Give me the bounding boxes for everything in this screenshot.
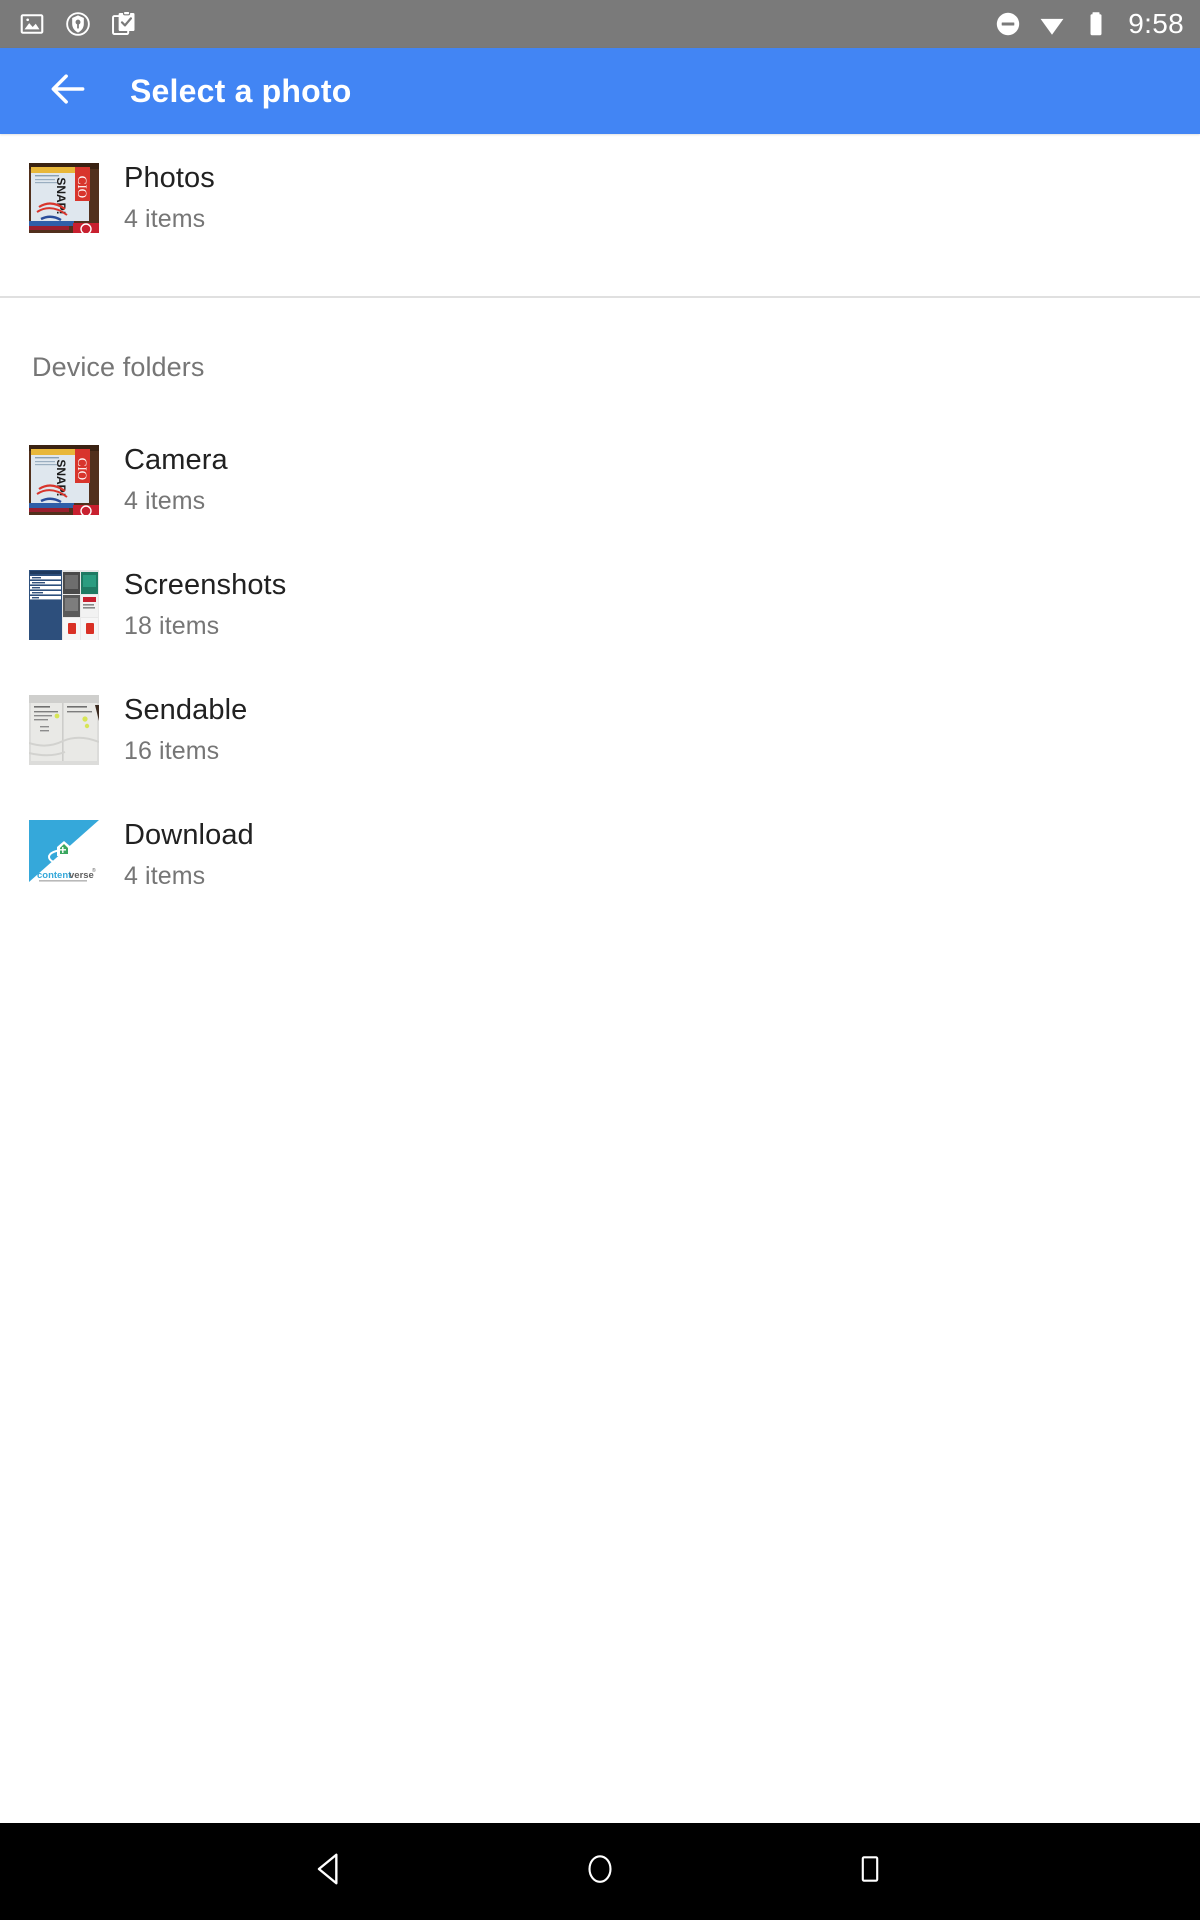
- device-folders-list: CIO SNAP! Camera 4 items Screenshots 18 …: [0, 417, 1200, 917]
- list-item-text: Sendable 16 items: [124, 692, 247, 768]
- list-item-download[interactable]: content verse ® Download 4 items: [0, 792, 1200, 917]
- do-not-disturb-icon: [994, 10, 1022, 38]
- list-item-camera[interactable]: CIO SNAP! Camera 4 items: [0, 417, 1200, 542]
- list-item-photos[interactable]: CIO SNAP! Photos 4 items: [0, 148, 1200, 248]
- list-item-text: Screenshots 18 items: [124, 567, 286, 643]
- list-item-subtitle: 4 items: [124, 486, 206, 515]
- photo-picker-screen: 9:58 Select a photo CIO SNAP! Photos 4 i…: [0, 0, 1200, 1920]
- magazine-cover-thumbnail: CIO SNAP!: [29, 444, 99, 515]
- list-item-subtitle: 16 items: [124, 736, 220, 765]
- svg-text:CIO: CIO: [75, 457, 90, 479]
- svg-text:CIO: CIO: [75, 176, 90, 198]
- screenshot-grid-thumbnail: [29, 569, 99, 640]
- paper-receipt-thumbnail: [29, 694, 99, 765]
- nav-home-button[interactable]: [565, 1837, 635, 1907]
- photos-section-spacer: [0, 248, 1200, 296]
- status-bar-right-icons: 9:58: [994, 10, 1184, 38]
- svg-text:®: ®: [92, 867, 96, 874]
- list-item-title: Photos: [124, 162, 215, 195]
- status-bar-clock: 9:58: [1128, 8, 1184, 39]
- list-item-sendable[interactable]: Sendable 16 items: [0, 667, 1200, 792]
- nav-recents-button[interactable]: [835, 1837, 905, 1907]
- list-item-subtitle: 4 items: [124, 205, 206, 234]
- wifi-icon: [1038, 10, 1066, 38]
- device-folders-header: Device folders: [32, 352, 205, 382]
- image-icon: [18, 10, 46, 38]
- status-bar: 9:58: [0, 0, 1200, 48]
- folder-list-container: CIO SNAP! Photos 4 items Device folders …: [0, 134, 1200, 1823]
- app-bar: Select a photo: [0, 48, 1200, 134]
- page-title: Select a photo: [130, 72, 352, 109]
- list-item-title: Download: [124, 818, 254, 851]
- list-item-subtitle: 4 items: [124, 861, 206, 890]
- battery-icon: [1082, 10, 1110, 38]
- svg-text:content: content: [37, 870, 72, 881]
- square-recents-icon: [854, 1853, 886, 1890]
- back-button[interactable]: [44, 67, 92, 115]
- android-navigation-bar: [0, 1823, 1200, 1920]
- list-item-subtitle: 18 items: [124, 611, 220, 640]
- list-item-text: Download 4 items: [124, 817, 254, 893]
- list-item-screenshots[interactable]: Screenshots 18 items: [0, 542, 1200, 667]
- contentverse-logo-thumbnail: content verse ®: [29, 819, 99, 890]
- list-item-text: Photos 4 items: [124, 160, 215, 236]
- arrow-back-icon: [46, 67, 90, 116]
- circle-home-icon: [583, 1852, 617, 1891]
- magazine-cover-thumbnail: CIO SNAP!: [29, 163, 99, 233]
- location-shield-icon: [64, 10, 92, 38]
- triangle-back-icon: [311, 1850, 349, 1893]
- list-item-title: Camera: [124, 443, 228, 476]
- clipboard-check-icon: [110, 10, 138, 38]
- list-item-title: Sendable: [124, 693, 248, 726]
- status-bar-left-icons: [18, 10, 138, 38]
- list-item-title: Screenshots: [124, 568, 287, 601]
- svg-text:verse: verse: [69, 870, 94, 881]
- list-item-text: Camera 4 items: [124, 442, 228, 518]
- nav-back-button[interactable]: [295, 1837, 365, 1907]
